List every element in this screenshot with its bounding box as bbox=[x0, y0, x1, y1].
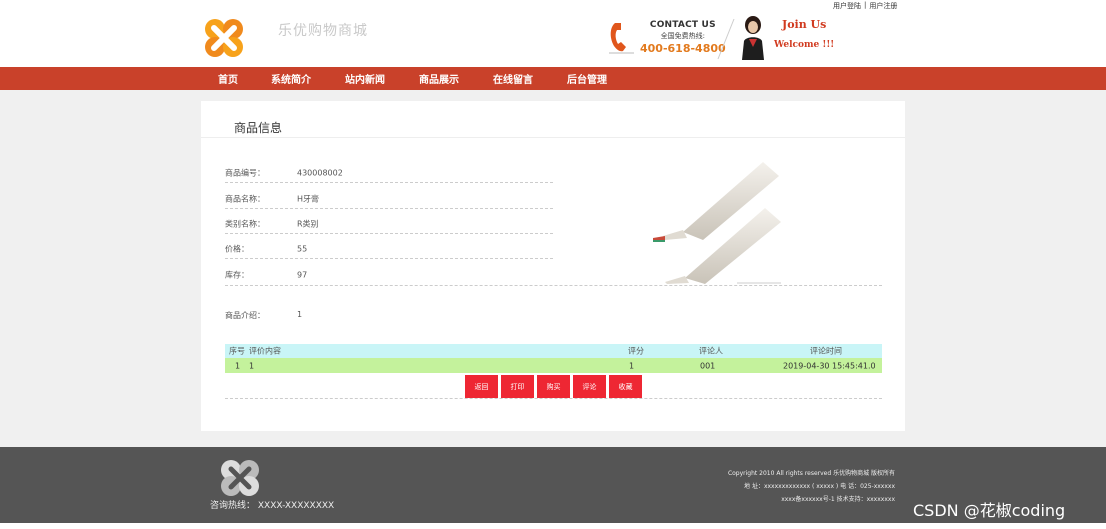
divider bbox=[225, 398, 882, 399]
field-value: H牙膏 bbox=[297, 194, 320, 204]
site-logo-icon[interactable] bbox=[201, 15, 247, 61]
field-label: 库存： bbox=[225, 270, 249, 280]
review-table: 序号 评价内容 评分 评论人 评论时间 1 1 1 001 2019-04-30… bbox=[225, 344, 882, 373]
col-content: 评价内容 bbox=[249, 346, 281, 356]
footer-address: 地 址：xxxxxxxxxxxxx ( xxxxx ) 电 话：025-xxxx… bbox=[744, 483, 895, 490]
field-value: 97 bbox=[297, 270, 308, 280]
top-links-separator: | bbox=[864, 1, 867, 9]
footer-copyright: Copyright 2010 All rights reserved 乐优购物商… bbox=[727, 470, 895, 477]
col-reviewer: 评论人 bbox=[699, 346, 723, 356]
field-value: R类别 bbox=[297, 219, 319, 229]
review-button[interactable]: 评论 bbox=[573, 375, 606, 398]
nav-item-intro[interactable]: 系统简介 bbox=[271, 71, 311, 86]
field-row-price: 价格： 55 bbox=[225, 234, 553, 259]
product-image[interactable] bbox=[651, 156, 785, 284]
footer-icp: xxxx备xxxxxx号-1 技术支持：xxxxxxxx bbox=[781, 496, 895, 503]
print-button[interactable]: 打印 bbox=[501, 375, 534, 398]
contact-phone: 400-618-4800 bbox=[640, 42, 726, 55]
header-divider bbox=[717, 18, 735, 60]
cell-time: 2019-04-30 15:45:41.0 bbox=[783, 361, 876, 370]
intro-label: 商品介绍： bbox=[225, 311, 265, 320]
contact-subtitle: 全国免费热线: bbox=[660, 32, 706, 40]
field-value: 430008002 bbox=[297, 168, 343, 178]
footer-logo-icon bbox=[221, 460, 259, 496]
field-value: 55 bbox=[297, 244, 308, 254]
footer-copyright-block: Copyright 2010 All rights reserved 乐优购物商… bbox=[728, 467, 895, 506]
intro-value: 1 bbox=[297, 310, 303, 319]
main-nav: 首页 系统简介 站内新闻 商品展示 在线留言 后台管理 bbox=[0, 67, 1106, 90]
back-button[interactable]: 返回 bbox=[465, 375, 498, 398]
favorite-button[interactable]: 收藏 bbox=[609, 375, 642, 398]
register-link[interactable]: 用户注册 bbox=[869, 1, 897, 11]
cell-content: 1 bbox=[249, 361, 255, 370]
nav-item-home[interactable]: 首页 bbox=[218, 71, 238, 86]
watermark: CSDN @花椒coding bbox=[913, 501, 1066, 520]
footer-hotline: 咨询热线： XXXX-XXXXXXXX bbox=[210, 501, 335, 511]
field-row-code: 商品编号： 430008002 bbox=[225, 158, 553, 183]
header: 用户登陆 | 用户注册 乐优购物商城 CONTACT US 全国免费热线: 40… bbox=[0, 0, 1106, 67]
contact-title: CONTACT US bbox=[649, 20, 716, 30]
field-label: 商品编号： bbox=[225, 168, 265, 178]
cell-reviewer: 001 bbox=[700, 361, 716, 370]
nav-item-products[interactable]: 商品展示 bbox=[419, 71, 459, 86]
table-row[interactable]: 1 1 1 001 2019-04-30 15:45:41.0 bbox=[225, 358, 882, 373]
join-us-text: Join Us Welcome !!! bbox=[774, 18, 834, 50]
login-link[interactable]: 用户登陆 bbox=[833, 1, 861, 11]
bottom-strip bbox=[0, 523, 1106, 529]
col-index: 序号 bbox=[229, 346, 245, 356]
site-title: 乐优购物商城 bbox=[278, 23, 368, 39]
nav-item-admin[interactable]: 后台管理 bbox=[567, 71, 607, 86]
col-time: 评论时间 bbox=[810, 346, 842, 356]
field-label: 商品名称： bbox=[225, 194, 265, 204]
field-label: 价格： bbox=[225, 244, 249, 254]
nav-item-news[interactable]: 站内新闻 bbox=[345, 71, 385, 86]
cell-score: 1 bbox=[629, 361, 635, 370]
title-divider bbox=[201, 137, 905, 138]
page-title: 商品信息 bbox=[234, 121, 283, 135]
review-table-header: 序号 评价内容 评分 评论人 评论时间 bbox=[225, 344, 882, 358]
contact-block: CONTACT US 全国免费热线: 400-618-4800 bbox=[640, 20, 726, 55]
field-label: 类别名称： bbox=[225, 219, 265, 229]
cell-index: 1 bbox=[235, 361, 241, 370]
phone-icon bbox=[609, 23, 634, 54]
buy-button[interactable]: 购买 bbox=[537, 375, 570, 398]
nav-item-messages[interactable]: 在线留言 bbox=[493, 71, 533, 86]
field-row-name: 商品名称： H牙膏 bbox=[225, 184, 553, 209]
col-score: 评分 bbox=[628, 346, 644, 356]
divider bbox=[225, 285, 882, 286]
product-panel: 商品信息 商品编号： 430008002 商品名称： H牙膏 类别名称： R类别… bbox=[201, 101, 905, 431]
field-row-stock: 库存： 97 bbox=[225, 259, 553, 284]
field-row-category: 类别名称： R类别 bbox=[225, 209, 553, 234]
join-line2: Welcome !!! bbox=[774, 40, 835, 50]
join-line1: Join Us bbox=[782, 18, 827, 31]
avatar bbox=[742, 16, 764, 60]
top-links: 用户登陆 | 用户注册 bbox=[833, 1, 897, 11]
action-buttons: 返回 打印 购买 评论 收藏 bbox=[465, 375, 642, 398]
